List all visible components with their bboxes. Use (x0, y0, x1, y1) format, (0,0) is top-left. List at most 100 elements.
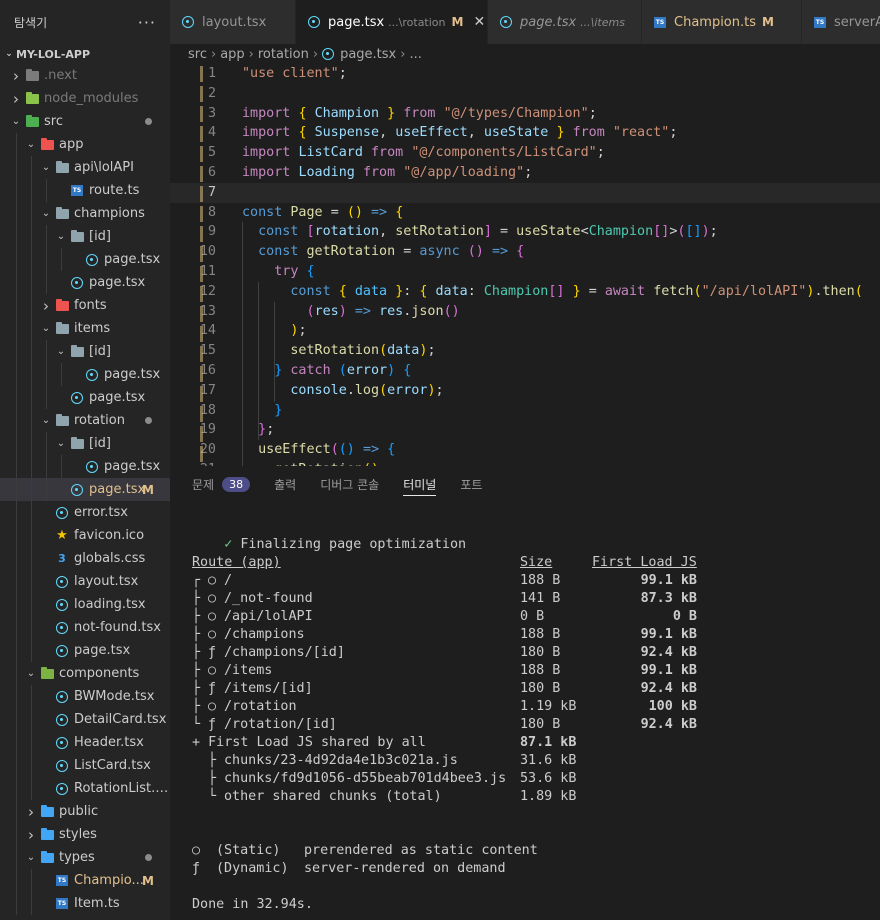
indent-guide (31, 570, 32, 593)
tree-folder[interactable]: › node_modules (0, 87, 170, 110)
tree-file[interactable]: page.tsx (0, 639, 170, 662)
app-folder-icon (40, 137, 54, 151)
tab-rotation-page-tsx[interactable]: page.tsx ...\rotation M ✕ (296, 0, 488, 44)
chevron-right-icon: › (13, 89, 19, 108)
line-number: 7 (207, 184, 216, 200)
tab-server-actions[interactable]: TS serverA (802, 0, 880, 44)
tree-item-label: RotationList.tsx (74, 781, 170, 796)
typescript-icon: TS (56, 898, 68, 909)
tree-file[interactable]: page.tsx (0, 271, 170, 294)
tab-layout-tsx[interactable]: layout.tsx (170, 0, 296, 44)
route-table: ┌ ○ / 188 B 99.1 kB ├ ○ /_not-found 141 B 87.3 kB… (192, 572, 880, 734)
tree-folder[interactable]: › public (0, 800, 170, 823)
chunk-row: ├ chunks/fd9d1056-d55beab701d4bee3.js 53.6… (192, 770, 880, 788)
indent-guide (16, 432, 17, 455)
tree-file[interactable]: loading.tsx (0, 593, 170, 616)
route-size: 188 B (520, 627, 561, 642)
route-type-symbol: ○ (208, 699, 217, 714)
chevron-down-icon: ⌄ (26, 139, 36, 150)
react-icon (322, 48, 335, 60)
tree-file[interactable]: RotationList.tsx (0, 777, 170, 800)
tree-file[interactable]: error.tsx (0, 501, 170, 524)
line-number: 9 (207, 224, 216, 240)
tree-folder[interactable]: ⌄ [id] (0, 432, 170, 455)
tree-folder[interactable]: › styles (0, 823, 170, 846)
tree-file[interactable]: page.tsx (0, 386, 170, 409)
tree-file[interactable]: ★ favicon.ico (0, 524, 170, 547)
workspace-root[interactable]: ⌄ MY-LOL-APP (0, 44, 170, 64)
tab-output[interactable]: 출력 (274, 466, 296, 502)
tree-file[interactable]: page.tsx M (0, 478, 170, 501)
tab-problems[interactable]: 문제 38 (192, 466, 251, 502)
tree-file[interactable]: ListCard.tsx (0, 754, 170, 777)
tree-file[interactable]: 3 globals.css (0, 547, 170, 570)
route-first-load: 0 B (672, 609, 697, 624)
tree-file[interactable]: BWMode.tsx (0, 685, 170, 708)
tree-file[interactable]: layout.tsx (0, 570, 170, 593)
tree-file[interactable]: page.tsx (0, 248, 170, 271)
typescript-icon: TS (814, 16, 826, 28)
tab-debug-console[interactable]: 디버그 콘솔 (320, 466, 379, 502)
tree-item-label: types (59, 850, 95, 865)
tree-folder[interactable]: ⌄ champions (0, 202, 170, 225)
tree-file[interactable]: page.tsx (0, 455, 170, 478)
legend-description: prerendered as static content (304, 843, 538, 858)
tab-champion-ts[interactable]: TS Champion.ts M (642, 0, 802, 44)
tab-ports[interactable]: 포트 (460, 466, 482, 502)
tree-item-label: api\lolAPI (74, 160, 134, 175)
breadcrumb-rotation[interactable]: rotation (258, 47, 309, 62)
styles-folder-icon (40, 827, 54, 841)
tree-folder[interactable]: ⌄ types (0, 846, 170, 869)
terminal-output[interactable]: ✓ Finalizing page optimization Route (ap… (192, 508, 880, 920)
tree-item-label: ListCard.tsx (74, 758, 151, 773)
tree-folder[interactable]: ⌄ [id] (0, 340, 170, 363)
route-row: └ ƒ/rotation/[id] 180 B 92.4 kB (192, 716, 880, 734)
line-number: 20 (199, 442, 216, 458)
breadcrumb-app[interactable]: app (220, 47, 244, 62)
tree-folder[interactable]: ⌄ components (0, 662, 170, 685)
tree-folder[interactable]: › .next (0, 64, 170, 87)
indent-guide (31, 317, 32, 340)
fonts-folder-icon (55, 298, 69, 312)
tab-items-page-tsx[interactable]: page.tsx ...\items (488, 0, 642, 44)
tree-folder[interactable]: ⌄ items (0, 317, 170, 340)
indent-guide (16, 616, 17, 639)
legend-kind: (Static) (216, 843, 281, 858)
breadcrumb-symbol[interactable]: ... (409, 47, 421, 62)
tree-folder[interactable]: ⌄ src (0, 110, 170, 133)
tree-file[interactable]: TS Item.ts (0, 892, 170, 915)
route-path: /champions/[id] (224, 645, 345, 660)
line-number: 1 (207, 66, 216, 81)
chevron-right-icon: › (43, 296, 49, 315)
tree-file[interactable]: DetailCard.tsx (0, 708, 170, 731)
modified-dot (145, 854, 152, 861)
tree-file[interactable]: page.tsx (0, 363, 170, 386)
tree-folder[interactable]: ⌄ api\lolAPI (0, 156, 170, 179)
tree-folder[interactable]: ⌄ app (0, 133, 170, 156)
react-icon (70, 483, 84, 496)
modified-badge: M (142, 482, 154, 497)
close-icon[interactable]: ✕ (473, 14, 485, 30)
tree-folder[interactable]: › fonts (0, 294, 170, 317)
tab-terminal[interactable]: 터미널 (403, 466, 437, 502)
tree-file[interactable]: Header.tsx (0, 731, 170, 754)
route-row: ├ ○ /_not-found 141 B 87.3 kB (192, 590, 880, 608)
tree-file[interactable]: not-found.tsx (0, 616, 170, 639)
node-folder-icon (25, 91, 39, 105)
tree-item-label: public (59, 804, 99, 819)
tree-folder[interactable]: ⌄ rotation (0, 409, 170, 432)
line-number: 11 (199, 263, 216, 279)
tree-folder[interactable]: ⌄ [id] (0, 225, 170, 248)
indent-guide (31, 547, 32, 570)
breadcrumb-file[interactable]: page.tsx (340, 47, 396, 62)
components-folder-icon (40, 666, 54, 680)
tree-file[interactable]: TS route.ts (0, 179, 170, 202)
more-actions-icon[interactable]: ··· (138, 13, 156, 32)
tree-file[interactable]: TS Champio... M (0, 869, 170, 892)
terminal-line: ✓ Finalizing page optimization (224, 537, 467, 552)
breadcrumb-src[interactable]: src (188, 47, 207, 62)
code-editor[interactable]: 1 "use client"; 2 3 import { Champion } fr… (170, 64, 880, 466)
indent-guide (16, 363, 17, 386)
indent-guide (31, 340, 32, 363)
chevron-right-icon: › (312, 46, 319, 62)
